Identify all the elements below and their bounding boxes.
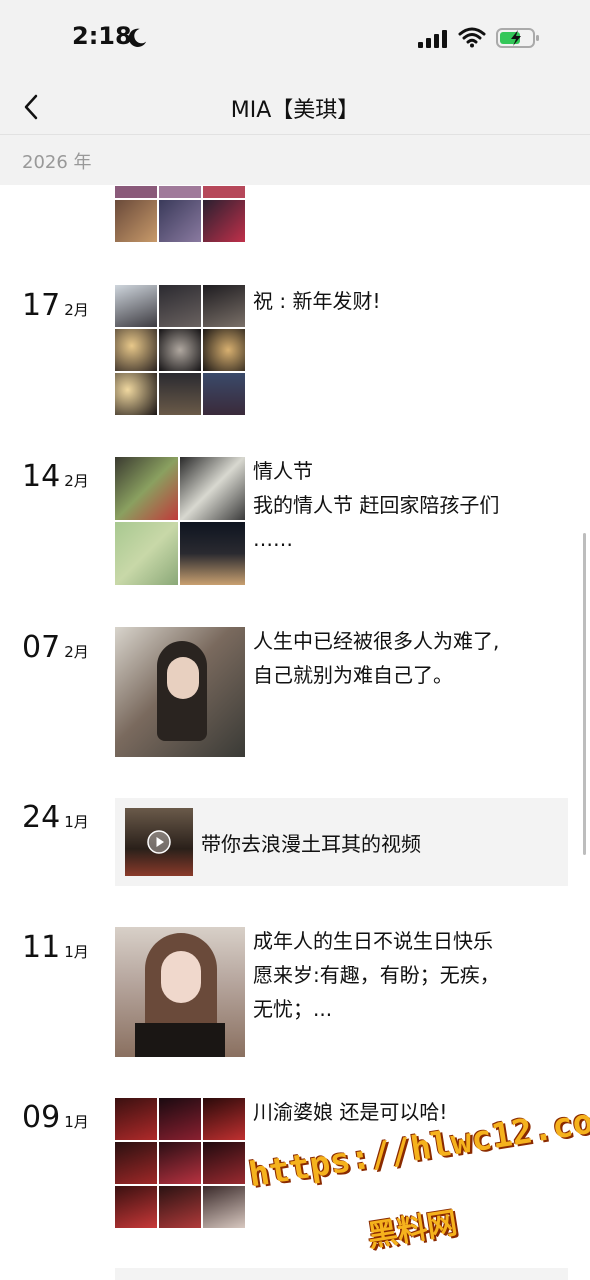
photo-thumbnail[interactable] — [115, 522, 178, 585]
year-label: 2026 年 — [22, 152, 92, 173]
photo-thumbnail[interactable] — [203, 373, 245, 415]
page-title: MIA【美琪】 — [230, 98, 360, 123]
photo-thumbnail[interactable] — [159, 1098, 201, 1140]
photo-thumbnail[interactable] — [115, 1098, 157, 1140]
post-date: 07 2月 — [22, 630, 89, 665]
post-caption: 人生中已经被很多人为难了, 自己就别为难自己了。 — [253, 629, 500, 687]
photo-thumbnail[interactable] — [159, 329, 201, 371]
scrollbar[interactable] — [583, 533, 586, 855]
photo-thumbnail[interactable] — [115, 927, 245, 1057]
photo-thumbnail[interactable] — [159, 1142, 201, 1184]
post-date: 14 2月 — [22, 459, 89, 494]
wifi-icon — [458, 27, 486, 48]
photo-thumbnail[interactable] — [203, 1142, 245, 1184]
photo-thumbnail[interactable] — [115, 457, 178, 520]
post-date: 17 2月 — [22, 288, 89, 323]
moon-icon — [128, 28, 147, 47]
play-icon[interactable] — [147, 830, 171, 854]
photo-thumbnail[interactable] — [203, 285, 245, 327]
post-date: 24 1月 — [22, 800, 89, 835]
photo-thumbnail[interactable] — [159, 200, 201, 242]
cellular-signal-icon — [418, 28, 447, 48]
photo-thumbnail[interactable] — [180, 457, 245, 520]
photo-thumbnail[interactable] — [159, 285, 201, 327]
post-image-grid[interactable] — [115, 285, 245, 415]
year-header: 2026 年 — [0, 135, 590, 185]
nav-bar: MIA【美琪】 — [0, 80, 590, 135]
video-thumbnail[interactable] — [125, 808, 193, 876]
photo-thumbnail[interactable] — [159, 186, 201, 198]
photo-thumbnail[interactable] — [115, 285, 157, 327]
status-bar: 2:18 — [0, 0, 590, 80]
post-image-grid[interactable] — [115, 1098, 245, 1228]
photo-thumbnail[interactable] — [115, 373, 157, 415]
photo-thumbnail[interactable] — [115, 627, 245, 757]
post-caption: 情人节 我的情人节 赶回家陪孩子们 …… — [253, 459, 500, 551]
video-share-card[interactable]: 带你去浪漫土耳其的视频 — [115, 798, 568, 886]
photo-thumbnail[interactable] — [203, 329, 245, 371]
post-date: 09 1月 — [22, 1100, 89, 1135]
video-title: 带你去浪漫土耳其的视频 — [201, 832, 421, 856]
photo-thumbnail[interactable] — [115, 1142, 157, 1184]
photo-thumbnail[interactable] — [159, 1186, 201, 1228]
photo-thumbnail[interactable] — [115, 329, 157, 371]
photo-thumbnail[interactable] — [115, 186, 157, 198]
photo-thumbnail[interactable] — [159, 373, 201, 415]
next-post-card[interactable] — [115, 1268, 568, 1280]
photo-thumbnail[interactable] — [180, 522, 245, 585]
post-date: 11 1月 — [22, 930, 89, 965]
post-caption: 祝 : 新年发财! — [253, 289, 381, 313]
photo-thumbnail[interactable] — [115, 200, 157, 242]
post-caption: 成年人的生日不说生日快乐 愿来岁:有趣，有盼；无疾， 无忧；... — [253, 929, 500, 1021]
photo-thumbnail[interactable] — [203, 1186, 245, 1228]
battery-charging-icon — [496, 28, 539, 48]
photo-thumbnail[interactable] — [203, 200, 245, 242]
photo-thumbnail[interactable] — [203, 1098, 245, 1140]
post-image-grid[interactable] — [115, 186, 245, 242]
watermark-site-name: 黑料网 — [365, 1205, 460, 1255]
photo-thumbnail[interactable] — [115, 1186, 157, 1228]
photo-thumbnail[interactable] — [203, 186, 245, 198]
status-time: 2:18 — [72, 22, 132, 50]
